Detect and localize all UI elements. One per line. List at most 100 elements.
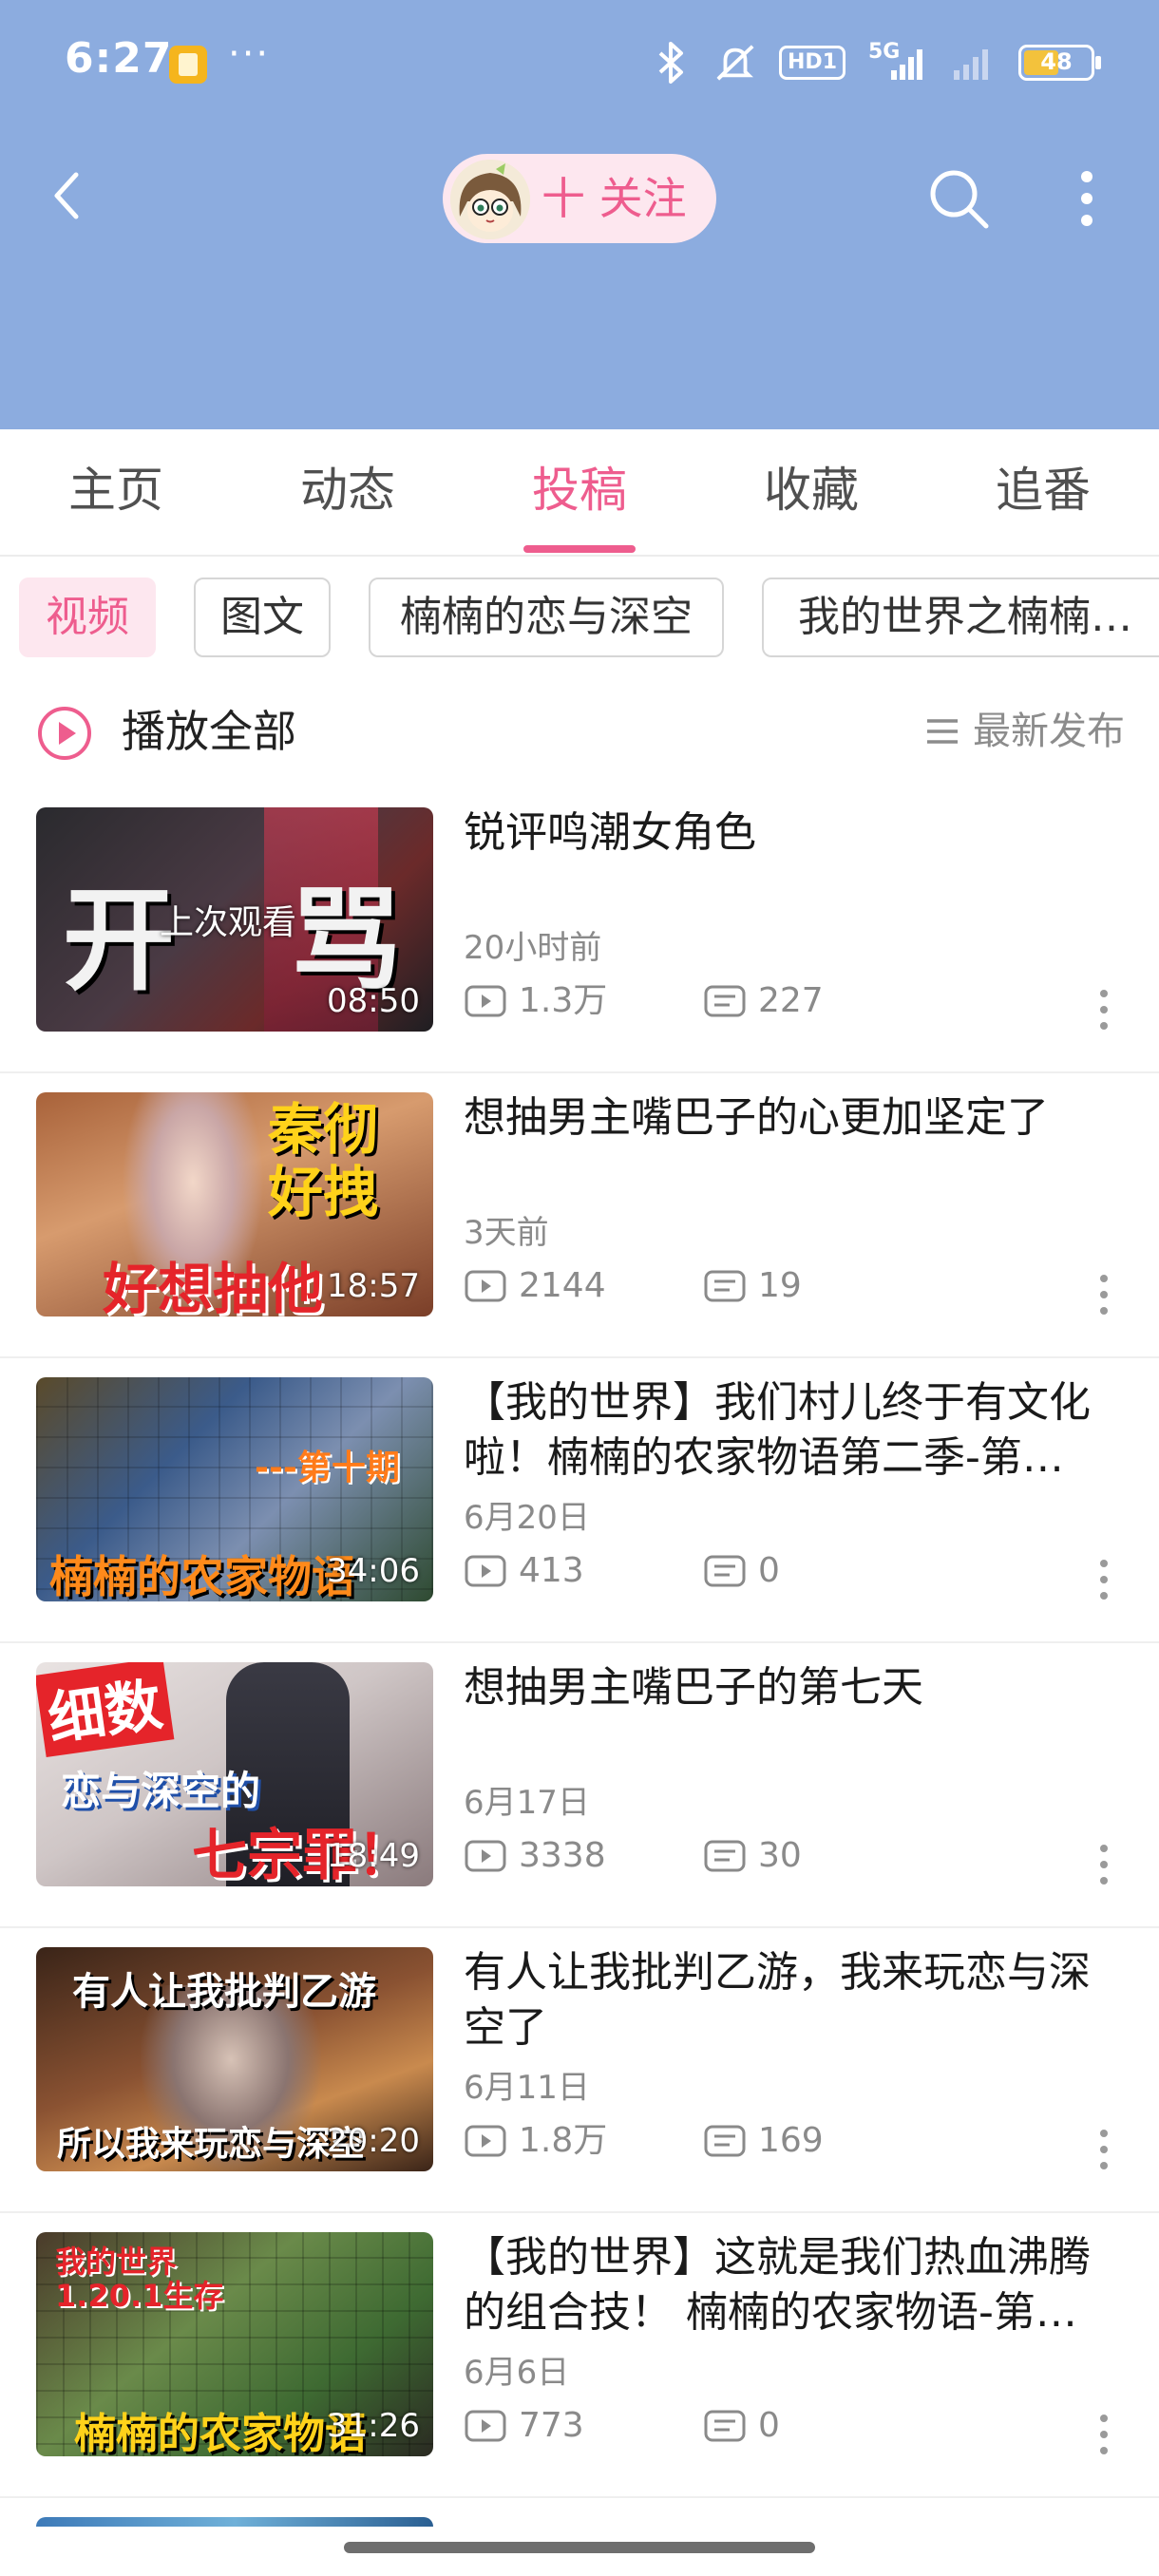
video-views: 1.3万	[519, 981, 608, 1020]
play-all-button[interactable]	[36, 705, 93, 762]
item-more-icon[interactable]	[1094, 986, 1113, 1033]
status-bar: 6:27 ··· HD1 5G 48	[0, 0, 1159, 123]
search-button[interactable]	[925, 165, 992, 232]
avatar[interactable]	[450, 160, 530, 239]
video-views: 3338	[519, 1836, 606, 1875]
signal-5g-icon: 5G	[868, 40, 925, 84]
video-views: 2144	[519, 1266, 606, 1305]
chip-collection-love-deepspace[interactable]: 楠楠的恋与深空	[369, 578, 724, 657]
item-more-icon[interactable]	[1094, 1271, 1113, 1318]
video-title[interactable]: 锐评鸣潮女角色	[464, 805, 1129, 861]
video-item[interactable]: 有人让我批判乙游 所以我来玩恋与深空 20:20 有人让我批判乙游，我来玩恋与深…	[0, 1928, 1159, 2213]
video-date: 3天前	[464, 1214, 549, 1252]
play-count-icon	[465, 1555, 506, 1587]
video-duration: 08:50	[327, 982, 420, 1020]
video-item[interactable]: 我的世界 1.20.1生存 楠楠的农家物语 31:26 【我的世界】这就是我们热…	[0, 2213, 1159, 2498]
thumbnail-caption-tertiary: 楠楠的农家物语	[74, 2410, 367, 2456]
video-views: 773	[519, 2406, 584, 2445]
thumbnail-caption-secondary: 楠楠的农家物语	[49, 1551, 355, 1601]
tab-uploads[interactable]: 投稿	[484, 462, 674, 519]
video-comments: 227	[758, 981, 824, 1020]
sort-order-label[interactable]: 最新发布	[973, 707, 1125, 756]
thumbnail-caption-secondary: 所以我来玩恋与深空	[57, 2125, 366, 2164]
signal-sim2-icon	[948, 42, 996, 84]
video-date: 20小时前	[464, 929, 602, 967]
tab-home[interactable]: 主页	[21, 462, 211, 519]
category-chips: 视频 图文 楠楠的恋与深空 我的世界之楠楠…	[0, 578, 1159, 657]
comment-count-icon	[704, 985, 746, 1017]
comment-count-icon	[704, 1270, 746, 1302]
item-more-icon[interactable]	[1094, 2411, 1113, 2458]
item-more-icon[interactable]	[1094, 1841, 1113, 1888]
more-notifications-icon: ···	[228, 32, 271, 76]
video-duration: 20:20	[327, 2122, 420, 2160]
video-title[interactable]: 想抽男主嘴巴子的心更加坚定了	[464, 1090, 1129, 1146]
profile-header: 6:27 ··· HD1 5G 48 十 关注	[0, 0, 1159, 429]
video-comments: 169	[758, 2121, 824, 2160]
play-all-label[interactable]: 播放全部	[122, 703, 296, 760]
video-comments: 0	[758, 2406, 780, 2445]
video-comments: 19	[758, 1266, 802, 1305]
video-date: 6月6日	[464, 2354, 570, 2392]
follow-button[interactable]: 十 关注	[443, 154, 716, 243]
play-count-icon	[465, 1840, 506, 1872]
bluetooth-icon	[650, 42, 692, 84]
network-type: 5G	[868, 40, 901, 64]
search-icon	[930, 170, 989, 229]
comment-count-icon	[704, 1555, 746, 1587]
chip-video[interactable]: 视频	[19, 578, 156, 657]
video-thumbnail[interactable]: 开 骂 上次观看 08:50	[36, 807, 433, 1032]
video-item[interactable]: 秦彻好拽 好想抽他 18:57 想抽男主嘴巴子的心更加坚定了 3天前 2144 …	[0, 1073, 1159, 1358]
notes-app-icon	[169, 46, 207, 84]
video-thumbnail[interactable]: ---第十期 楠楠的农家物语 34:06	[36, 1377, 433, 1601]
comment-count-icon	[704, 2125, 746, 2157]
video-duration: 18:57	[327, 1267, 420, 1305]
play-circle-icon	[38, 707, 91, 760]
video-title[interactable]: 【我的世界】我们村儿终于有文化啦！楠楠的农家物语第二季-第…	[464, 1375, 1129, 1486]
video-comments: 0	[758, 1551, 780, 1590]
video-views: 413	[519, 1551, 584, 1590]
play-count-icon	[465, 1270, 506, 1302]
more-options-button[interactable]	[1066, 167, 1108, 230]
video-title[interactable]: 有人让我批判乙游，我来玩恋与深空了	[464, 1945, 1129, 2055]
video-item[interactable]: 细数 恋与深空的 七宗罪！ 18:49 想抽男主嘴巴子的第七天 6月17日 33…	[0, 1643, 1159, 1928]
item-more-icon[interactable]	[1094, 2126, 1113, 2173]
active-tab-indicator	[523, 545, 636, 553]
thumbnail-caption-secondary: 恋与深空的	[61, 1768, 261, 1814]
video-list: 开 骂 上次观看 08:50 锐评鸣潮女角色 20小时前 1.3万 227 秦彻…	[0, 788, 1159, 2498]
home-indicator[interactable]	[344, 2542, 815, 2553]
status-time: 6:27	[65, 34, 173, 83]
video-duration: 31:26	[327, 2407, 420, 2445]
play-count-icon	[465, 985, 506, 1017]
video-item[interactable]: ---第十期 楠楠的农家物语 34:06 【我的世界】我们村儿终于有文化啦！楠楠…	[0, 1358, 1159, 1643]
mute-icon	[714, 42, 756, 84]
tab-favorites[interactable]: 收藏	[716, 462, 906, 519]
play-count-icon	[465, 2410, 506, 2442]
back-button[interactable]	[42, 167, 99, 224]
profile-tabs: 主页 动态 投稿 收藏 追番	[0, 429, 1159, 557]
video-title[interactable]: 想抽男主嘴巴子的第七天	[464, 1660, 1129, 1715]
thumbnail-caption-secondary: 好想抽他	[103, 1257, 324, 1316]
video-thumbnail[interactable]: 秦彻好拽 好想抽他 18:57	[36, 1092, 433, 1316]
tab-anime-follow[interactable]: 追番	[948, 462, 1138, 519]
next-video-thumbnail-partial[interactable]	[36, 2517, 433, 2527]
thumbnail-caption: 秦彻好拽	[268, 1097, 379, 1224]
follow-label: 十 关注	[542, 173, 687, 224]
comment-count-icon	[704, 2410, 746, 2442]
comment-count-icon	[704, 1840, 746, 1872]
chip-collection-minecraft[interactable]: 我的世界之楠楠…	[762, 578, 1159, 657]
sort-icon[interactable]	[925, 716, 960, 747]
play-all-bar: 播放全部 最新发布	[0, 690, 1159, 775]
video-thumbnail[interactable]: 细数 恋与深空的 七宗罪！ 18:49	[36, 1662, 433, 1886]
tab-dynamics[interactable]: 动态	[253, 462, 443, 519]
video-date: 6月17日	[464, 1784, 590, 1822]
video-thumbnail[interactable]: 我的世界 1.20.1生存 楠楠的农家物语 31:26	[36, 2232, 433, 2456]
video-item[interactable]: 开 骂 上次观看 08:50 锐评鸣潮女角色 20小时前 1.3万 227	[0, 788, 1159, 1073]
video-thumbnail[interactable]: 有人让我批判乙游 所以我来玩恋与深空 20:20	[36, 1947, 433, 2171]
thumbnail-caption: 有人让我批判乙游	[72, 1970, 376, 2014]
video-views: 1.8万	[519, 2121, 608, 2160]
video-title[interactable]: 【我的世界】这就是我们热血沸腾的组合技！ 楠楠的农家物语-第…	[464, 2230, 1129, 2340]
status-icons: HD1 5G 48	[650, 34, 1101, 91]
chip-image-text[interactable]: 图文	[194, 578, 331, 657]
item-more-icon[interactable]	[1094, 1556, 1113, 1603]
